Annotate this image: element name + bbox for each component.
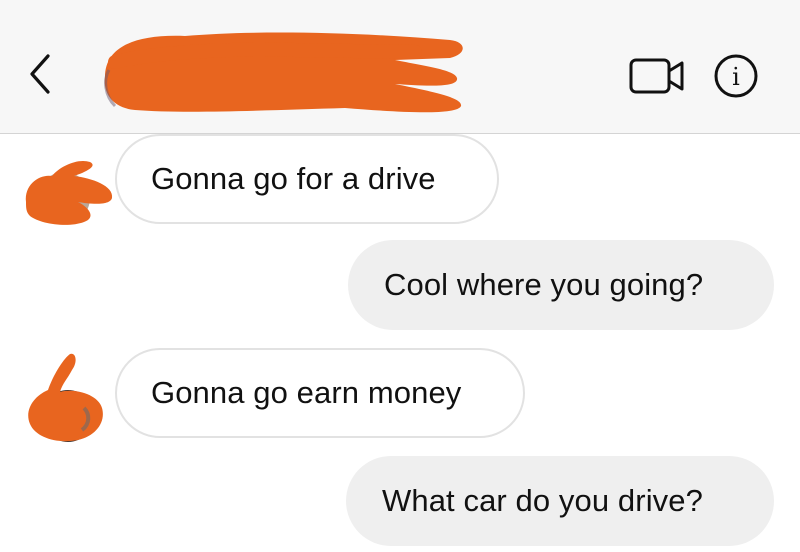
avatar-redacted (25, 160, 113, 225)
message-text: Gonna go for a drive (151, 161, 436, 196)
video-camera-icon (629, 58, 684, 94)
redacted-contact-name (104, 32, 463, 113)
info-button[interactable]: i (712, 52, 760, 100)
svg-text:i: i (732, 63, 740, 91)
message-text: What car do you drive? (382, 483, 703, 518)
chat-header: i (0, 0, 800, 134)
message-received[interactable]: Gonna go earn money (115, 348, 525, 438)
video-call-button[interactable] (626, 54, 688, 98)
info-icon: i (714, 54, 758, 98)
avatar-redacted (28, 353, 103, 442)
chevron-left-icon (30, 54, 50, 94)
message-text: Cool where you going? (384, 267, 704, 302)
back-button[interactable] (18, 50, 66, 98)
message-text: Gonna go earn money (151, 375, 462, 410)
message-sent[interactable]: Cool where you going? (348, 240, 774, 330)
message-sent[interactable]: What car do you drive? (346, 456, 774, 546)
message-received[interactable]: Gonna go for a drive (115, 134, 499, 224)
chat-screen: i Gonna go for a drive Cool where you go… (0, 0, 800, 552)
